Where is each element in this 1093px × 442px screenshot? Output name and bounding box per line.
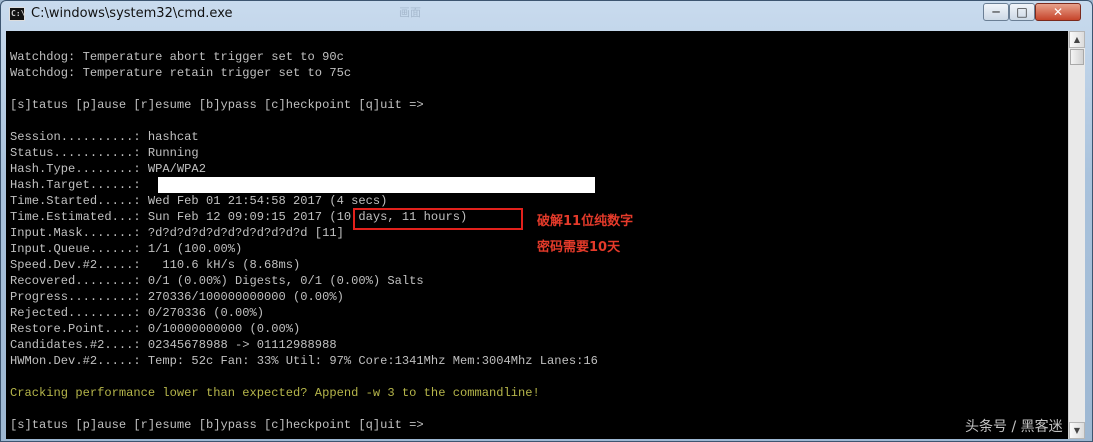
console-line: Hash.Target......:: [10, 178, 148, 192]
cmd-window: C:\ C:\windows\system32\cmd.exe 画面 ─ □ ✕…: [0, 0, 1093, 442]
scrollbar-thumb[interactable]: [1070, 49, 1084, 65]
hash-target-redaction: [158, 177, 595, 193]
annotation-line-2: 密码需要10天: [537, 240, 621, 255]
console-line: Status...........: Running: [10, 146, 199, 160]
console-line: HWMon.Dev.#2.....: Temp: 52c Fan: 33% Ut…: [10, 354, 598, 368]
console-line: Recovered........: 0/1 (0.00%) Digests, …: [10, 274, 424, 288]
console-line: Candidates.#2....: 02345678988 -> 011129…: [10, 338, 337, 352]
scroll-down-arrow-icon[interactable]: ▼: [1069, 422, 1085, 439]
console-line: Hash.Type........: WPA/WPA2: [10, 162, 206, 176]
console-line: Session..........: hashcat: [10, 130, 199, 144]
console-line: Input.Queue......: 1/1 (100.00%): [10, 242, 243, 256]
vertical-scrollbar[interactable]: ▲ ▼: [1068, 31, 1085, 439]
watermark: 头条号 / 黑客迷: [965, 419, 1063, 435]
annotation-line-1: 破解11位纯数字: [537, 214, 634, 229]
console-prompt-line: [s]tatus [p]ause [r]esume [b]ypass [c]he…: [10, 418, 424, 432]
console-line: Watchdog: Temperature abort trigger set …: [10, 50, 344, 64]
console-line: Input.Mask.......: ?d?d?d?d?d?d?d?d?d?d?…: [10, 226, 344, 240]
console-line: Rejected.........: 0/270336 (0.00%): [10, 306, 265, 320]
console-line: Restore.Point....: 0/10000000000 (0.00%): [10, 322, 301, 336]
maximize-button[interactable]: □: [1009, 3, 1035, 21]
console-line: Time.Started.....: Wed Feb 01 21:54:58 2…: [10, 194, 388, 208]
performance-warning-line: Cracking performance lower than expected…: [10, 386, 540, 400]
minimize-button[interactable]: ─: [983, 3, 1009, 21]
console-line: Progress.........: 270336/100000000000 (…: [10, 290, 344, 304]
console-line: [s]tatus [p]ause [r]esume [b]ypass [c]he…: [10, 98, 424, 112]
background-tab-ghost: 画面: [399, 6, 421, 19]
window-title: C:\windows\system32\cmd.exe: [31, 6, 233, 21]
title-bar[interactable]: C:\ C:\windows\system32\cmd.exe 画面 ─ □ ✕: [1, 1, 1092, 29]
close-button[interactable]: ✕: [1035, 3, 1081, 21]
cmd-app-icon: C:\: [9, 7, 25, 21]
console-line: Watchdog: Temperature retain trigger set…: [10, 66, 352, 80]
console-line: Speed.Dev.#2.....: 110.6 kH/s (8.68ms): [10, 258, 301, 272]
time-estimate-highlight-box: [353, 208, 523, 230]
scroll-up-arrow-icon[interactable]: ▲: [1069, 31, 1085, 48]
console-output[interactable]: Watchdog: Temperature abort trigger set …: [6, 31, 1068, 439]
